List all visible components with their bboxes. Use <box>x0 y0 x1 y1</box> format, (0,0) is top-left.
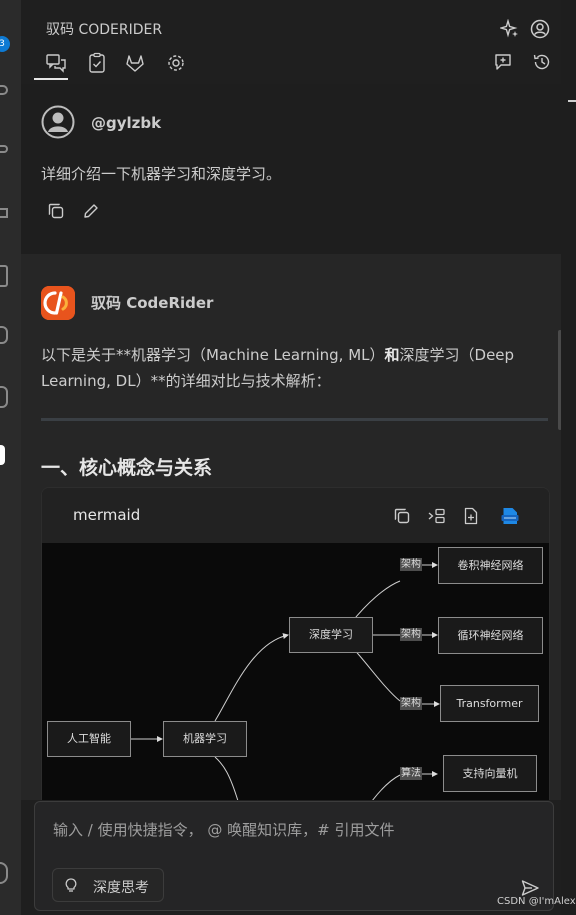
testing-icon[interactable] <box>0 386 8 408</box>
new-chat-icon[interactable] <box>493 52 513 72</box>
watermark: CSDN @I'mAlex <box>497 896 576 907</box>
assistant-intro-paragraph: 以下是关于**机器学习（Machine Learning, ML）和深度学习（D… <box>41 342 541 394</box>
tab-chat-icon[interactable] <box>45 52 67 74</box>
tab-gitlab-icon[interactable] <box>124 52 146 74</box>
intro-bold-text: 和 <box>384 346 400 364</box>
diagram-edge-label: 架构 <box>400 697 422 710</box>
deep-think-button[interactable]: 深度思考 <box>52 868 164 902</box>
diagram-edge-label: 算法 <box>400 767 422 780</box>
panel-title: 驭码 CODERIDER <box>46 22 163 38</box>
extensions-icon[interactable] <box>0 265 8 287</box>
diagram-node: 机器学习 <box>163 721 247 757</box>
tab-settings-gear-icon[interactable] <box>165 52 187 74</box>
user-name: @gylzbk <box>91 114 162 132</box>
user-message: @gylzbk 详细介绍一下机器学习和深度学习。 <box>21 84 561 254</box>
chat-input-box[interactable]: 输入 / 使用快捷指令， @ 唤醒知识库，# 引用文件 深度思考 <box>34 801 554 911</box>
code-language-label: mermaid <box>73 506 141 524</box>
active-tab-indicator <box>34 78 68 80</box>
editor-edge <box>561 0 576 915</box>
source-control-icon[interactable] <box>0 145 8 153</box>
mermaid-diagram: 人工智能 机器学习 深度学习 卷积神经网络 循环神经网络 Transformer… <box>42 543 549 800</box>
panel-header: 驭码 CODERIDER <box>21 0 561 84</box>
diagram-edge-label: 架构 <box>400 558 422 571</box>
diagram-node: 深度学习 <box>289 617 373 653</box>
diagram-node: Transformer <box>440 685 539 722</box>
run-debug-icon[interactable] <box>0 208 8 218</box>
diagram-node: 支持向量机 <box>443 755 537 792</box>
search-icon[interactable] <box>0 85 8 95</box>
user-message-text: 详细介绍一下机器学习和深度学习。 <box>41 165 282 183</box>
deep-think-label: 深度思考 <box>93 880 149 896</box>
notification-badge: 3 <box>0 36 10 52</box>
diagram-node: 人工智能 <box>47 721 131 757</box>
diagram-node: 卷积神经网络 <box>438 547 543 584</box>
edit-pencil-icon[interactable] <box>81 201 101 221</box>
assistant-message: 驭码 CodeRider 以下是关于**机器学习（Machine Learnin… <box>21 254 561 800</box>
diagram-node: 循环神经网络 <box>438 617 543 654</box>
chat-panel: 驭码 CODERIDER @gylzbk 详细介绍一下机器学习和深度学习。 驭码… <box>21 0 562 915</box>
copy-icon[interactable] <box>46 201 66 221</box>
section-heading: 一、核心概念与关系 <box>41 457 213 479</box>
horizontal-rule <box>41 418 548 421</box>
remote-icon[interactable] <box>0 326 8 344</box>
insert-at-cursor-icon[interactable] <box>427 506 447 526</box>
coderider-activity-icon[interactable] <box>0 445 5 465</box>
history-icon[interactable] <box>532 52 552 72</box>
diagram-edge-label: 架构 <box>400 628 422 641</box>
send-icon[interactable] <box>520 878 540 898</box>
assistant-name: 驭码 CodeRider <box>91 294 214 312</box>
account-circle-icon[interactable] <box>530 19 550 39</box>
editor-edge-mark <box>568 100 576 102</box>
account-icon[interactable] <box>0 862 8 884</box>
tab-tasks-icon[interactable] <box>86 52 108 74</box>
preview-diagram-icon[interactable] <box>500 506 520 526</box>
intro-text-1: 以下是关于**机器学习（Machine Learning, ML） <box>41 346 385 364</box>
sparkle-icon[interactable] <box>500 19 520 39</box>
copy-code-icon[interactable] <box>392 506 412 526</box>
code-block: mermaid 人工智能 机器学习 深度学习 卷积神经网络 循环神经网络 Tra… <box>41 487 550 800</box>
lightbulb-icon <box>65 878 77 892</box>
chat-input-placeholder[interactable]: 输入 / 使用快捷指令， @ 唤醒知识库，# 引用文件 <box>53 819 394 840</box>
coderider-logo-icon <box>41 286 75 320</box>
new-file-icon[interactable] <box>461 506 481 526</box>
code-block-header: mermaid <box>42 488 549 543</box>
activity-bar: 3 <box>0 0 21 915</box>
user-avatar-icon <box>41 105 75 139</box>
